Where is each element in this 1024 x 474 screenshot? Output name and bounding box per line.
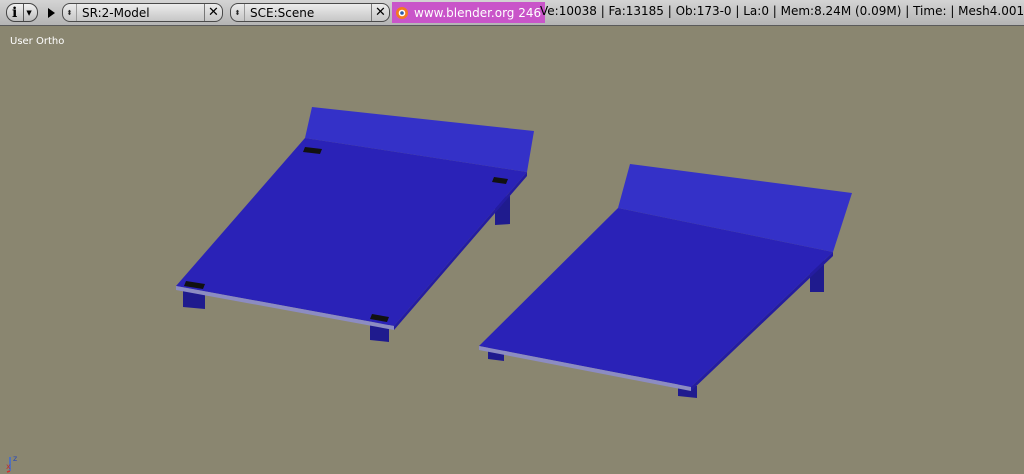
header-bar: i ▼ ⬍ SR:2-Model ✕ ⬍ SCE:Scene ✕ www.ble… xyxy=(0,0,1024,26)
info-window-button[interactable]: i ▼ xyxy=(6,3,38,22)
screen-selector[interactable]: ⬍ SR:2-Model ✕ xyxy=(62,3,223,22)
blender-url-badge[interactable]: www.blender.org 246 xyxy=(392,2,546,23)
blender-logo-icon xyxy=(396,6,408,19)
bed-left[interactable] xyxy=(176,107,534,342)
info-icon: i xyxy=(12,4,18,21)
scene-selector[interactable]: ⬍ SCE:Scene ✕ xyxy=(230,3,390,22)
scene-name-field[interactable]: SCE:Scene xyxy=(245,6,371,20)
screen-close-icon[interactable]: ✕ xyxy=(204,4,222,21)
expand-triangle-icon[interactable] xyxy=(44,5,58,21)
screen-name-field[interactable]: SR:2-Model xyxy=(77,6,204,20)
axis-x-label: x xyxy=(6,462,11,471)
scene-browse-icon[interactable]: ⬍ xyxy=(231,4,245,21)
axis-z-label: z xyxy=(13,454,17,463)
scene-stats: Ve:10038 | Fa:13185 | Ob:173-0 | La:0 | … xyxy=(540,4,1024,18)
bed-right[interactable] xyxy=(479,164,852,398)
axis-gizmo: z x xyxy=(6,454,17,473)
dropdown-arrow-icon: ▼ xyxy=(26,8,32,17)
scene-close-icon[interactable]: ✕ xyxy=(371,4,389,21)
url-text: www.blender.org 246 xyxy=(414,5,542,20)
screen-browse-icon[interactable]: ⬍ xyxy=(63,4,77,21)
3d-viewport[interactable] xyxy=(0,26,1024,474)
